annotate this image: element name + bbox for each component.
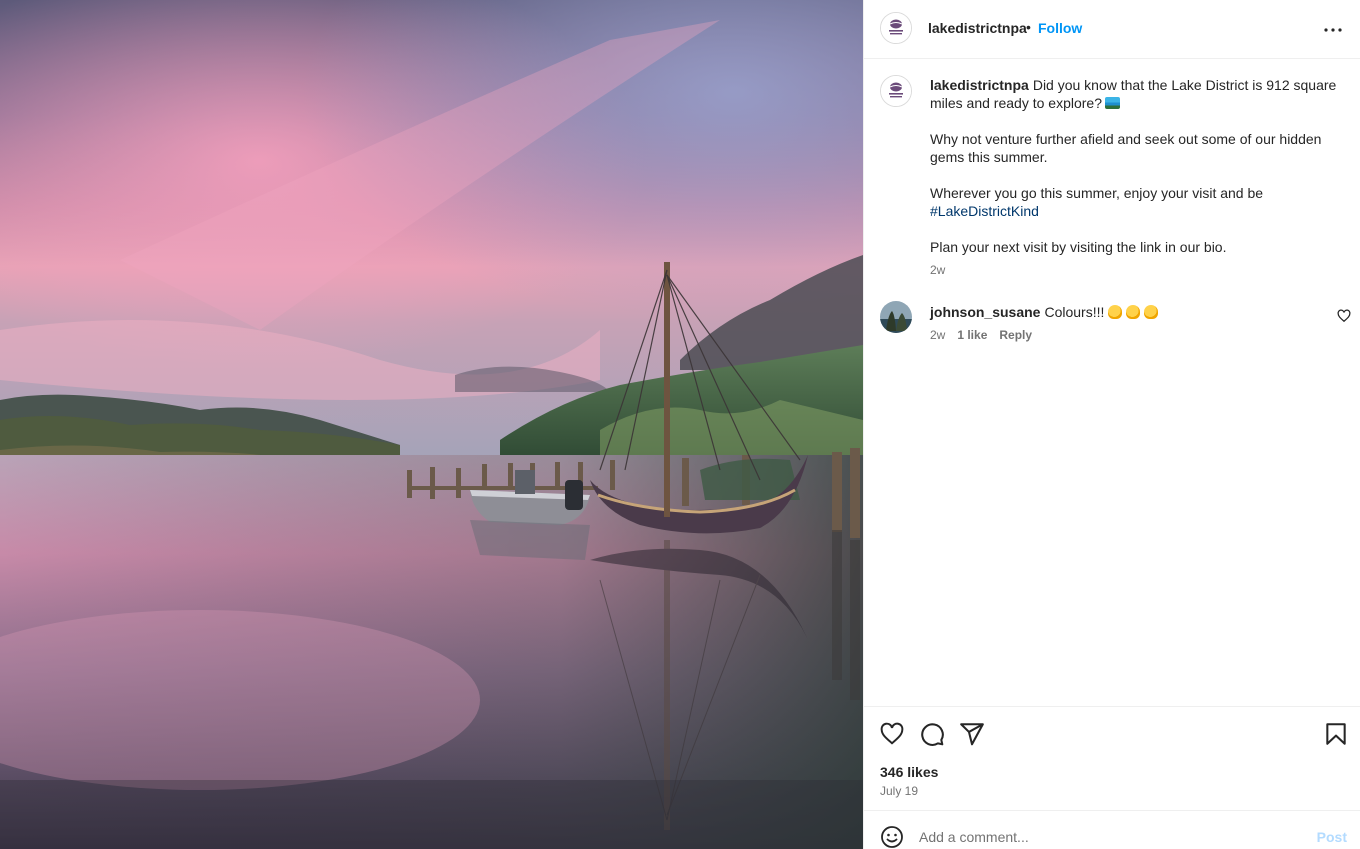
national-park-logo-icon	[881, 76, 911, 106]
separator-dot: •	[1026, 19, 1031, 35]
add-comment-bar: Post	[864, 810, 1360, 849]
share-icon[interactable]	[959, 721, 985, 747]
commenter-avatar[interactable]	[880, 301, 912, 333]
likes-count[interactable]: 346 likes	[880, 764, 938, 780]
clapping-hands-emoji-icon	[1144, 305, 1159, 319]
comment-icon[interactable]	[919, 721, 945, 747]
lake-photo-illustration	[0, 0, 863, 849]
caption-paragraph-3-wrap: Wherever you go this summer, enjoy your …	[930, 184, 1345, 220]
commenter-username[interactable]: johnson_susane	[930, 304, 1040, 320]
post-comment-button[interactable]: Post	[1317, 829, 1347, 845]
caption-username[interactable]: lakedistrictnpa	[930, 77, 1029, 93]
emoji-picker-icon[interactable]	[880, 825, 904, 849]
post-header: lakedistrictnpa • Follow	[864, 0, 1360, 59]
heart-icon[interactable]	[879, 721, 905, 747]
caption-timestamp[interactable]: 2w	[930, 263, 945, 277]
comment-item: johnson_susane Colours!!! 2w 1 like Reply	[864, 301, 1360, 349]
commenter-avatar-image	[880, 301, 912, 333]
caption-paragraph-4: Plan your next visit by visiting the lin…	[930, 239, 1227, 255]
comment-timestamp[interactable]: 2w	[930, 328, 945, 342]
bookmark-icon[interactable]	[1323, 721, 1349, 747]
hashtag-link[interactable]: #LakeDistrictKind	[930, 203, 1039, 219]
clapping-hands-emoji-icon	[1126, 305, 1141, 319]
author-avatar[interactable]	[880, 12, 912, 44]
comment-like-heart-icon[interactable]	[1337, 309, 1351, 323]
author-username[interactable]: lakedistrictnpa	[928, 20, 1027, 36]
post-actions: 346 likes July 19	[864, 706, 1360, 810]
comment-body: Colours!!!	[1044, 304, 1105, 320]
comment-likes[interactable]: 1 like	[957, 328, 987, 342]
follow-button[interactable]: Follow	[1038, 20, 1082, 36]
caption-author-avatar[interactable]	[880, 75, 912, 107]
comment-input[interactable]	[919, 826, 1299, 848]
clapping-hands-emoji-icon	[1108, 305, 1123, 319]
caption-paragraph-3: Wherever you go this summer, enjoy your …	[930, 185, 1264, 201]
caption-paragraph-2: Why not venture further afield and seek …	[930, 131, 1322, 165]
more-options-icon[interactable]	[1321, 18, 1345, 42]
comment-text: johnson_susane Colours!!!	[930, 303, 1159, 321]
reply-button[interactable]: Reply	[999, 328, 1032, 342]
instagram-post-modal: lakedistrictnpa • Follow lakedistrictnpa…	[0, 0, 1360, 849]
post-side-panel: lakedistrictnpa • Follow lakedistrictnpa…	[863, 0, 1360, 849]
national-park-logo-icon	[881, 13, 911, 43]
post-photo[interactable]	[0, 0, 863, 849]
lake-scene-emoji-icon	[1105, 97, 1120, 109]
comment-meta: 2w 1 like Reply	[930, 328, 1032, 342]
post-date[interactable]: July 19	[880, 784, 918, 798]
caption-text: lakedistrictnpa Did you know that the Lak…	[930, 76, 1345, 256]
